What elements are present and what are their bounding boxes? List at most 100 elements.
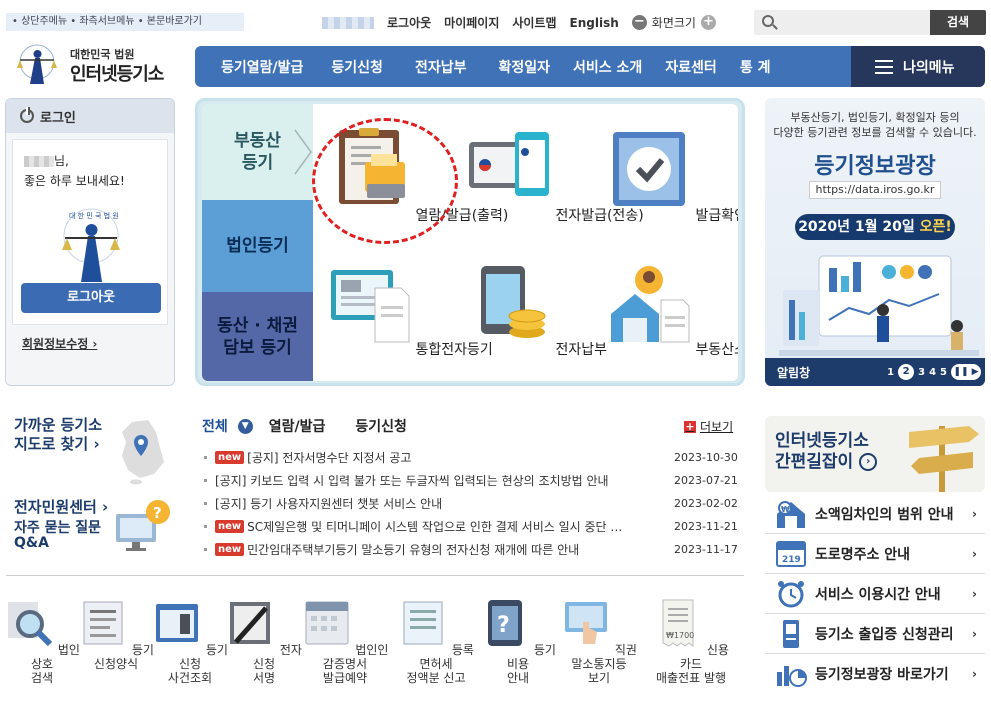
tab-real-estate-l1: 부동산 — [234, 131, 281, 151]
service-epay[interactable]: 전자납부 — [467, 262, 607, 359]
pause-play-icon[interactable]: ❚❚ ▶ — [951, 364, 981, 380]
quick-fee-guide[interactable]: ? 등기비용 안내 — [480, 598, 556, 685]
nav-item-date[interactable]: 확정일자 — [498, 57, 550, 77]
promo-banner[interactable]: 부동산등기, 법인등기, 확정일자 등의 다양한 등기관련 정보를 검색할 수 … — [765, 98, 985, 386]
quick-corp-name-search[interactable]: 법인상호 검색 — [4, 598, 80, 685]
sitemap-link[interactable]: 사이트맵 — [512, 14, 556, 31]
mypage-link[interactable]: 마이페이지 — [444, 14, 499, 31]
service-verify-label: 발급확인 — [695, 208, 738, 224]
edit-profile-link[interactable]: 회원정보수정 › — [22, 335, 97, 352]
notice-row[interactable]: [공지] 등기 사용자지원센터 챗봇 서비스 안내 2023-02-02 — [204, 492, 744, 515]
service-ownership-label: 부동산소유현황 — [695, 342, 738, 358]
notice-date: 2023-11-17 — [674, 543, 738, 556]
banner-date-emph: 오픈! — [919, 219, 952, 235]
service-ownership[interactable]: 부동산소유현황 — [607, 262, 738, 359]
notice-row[interactable]: new 민간임대주택부기등기 말소등기 유형의 전자신청 재개에 따른 안내 202… — [204, 538, 744, 561]
notice-title: [공지] 키보드 입력 시 입력 불가 또는 두글자씩 입력되는 현상의 조치방… — [215, 474, 609, 488]
quick-forms[interactable]: 등기 신청양식 — [78, 598, 154, 671]
quick-l2: 매출전표 발행 — [655, 671, 727, 685]
search-icon — [762, 15, 774, 27]
bullet-icon — [204, 548, 207, 551]
svg-text:₩: ₩ — [781, 505, 790, 514]
nav-item-apply[interactable]: 등기신청 — [331, 57, 383, 77]
service-e-issue[interactable]: 전자발급(전송) — [467, 128, 644, 225]
nav-item-epay[interactable]: 전자납부 — [415, 57, 467, 77]
quick-l2: 검색 — [30, 671, 54, 685]
quick-l2: 신청양식 — [93, 657, 139, 671]
case-lookup-icon — [156, 604, 199, 642]
notice-tab-apply[interactable]: 등기신청 — [355, 416, 407, 436]
pager-4[interactable]: 4 — [929, 367, 936, 378]
notice-date: 2023-07-21 — [674, 474, 738, 487]
bullet-icon — [204, 525, 207, 528]
logout-button[interactable]: 로그아웃 — [21, 283, 161, 313]
faq-link[interactable]: 자주 묻는 질문 Q&A — [14, 521, 101, 551]
magnifier-doc-icon — [8, 602, 53, 647]
search-button[interactable]: 검색 — [930, 10, 986, 35]
more-link[interactable]: + 더보기 — [684, 418, 733, 435]
chevron-right-icon: › — [972, 586, 977, 601]
logout-link[interactable]: 로그아웃 — [387, 14, 431, 31]
quick-l2: 발급예약 — [322, 671, 368, 685]
site-logo[interactable]: 대한민국 법원 인터넷등기소 — [12, 40, 192, 90]
notice-row[interactable]: [공지] 키보드 입력 시 입력 불가 또는 두글자씩 입력되는 현상의 조치방… — [204, 469, 744, 492]
quick-seal-reservation[interactable]: 법인인감증명서 발급예약 — [300, 598, 390, 685]
english-link[interactable]: English — [570, 16, 619, 30]
notice-tab-issue[interactable]: 열람/발급 — [269, 416, 326, 436]
greeting: 님, 좋은 하루 보내세요! — [24, 151, 125, 191]
nearby-office-link[interactable]: 가까운 등기소 지도로 찾기 › — [14, 416, 102, 454]
zoom-in-icon[interactable]: + — [700, 15, 716, 30]
quick-case-lookup[interactable]: 등기신청 사건조회 — [152, 598, 228, 685]
nav-item-issue[interactable]: 등기열람/발급 — [221, 57, 303, 77]
pager-5[interactable]: 5 — [940, 367, 947, 378]
quick-license-tax[interactable]: 등록면허세 정액분 신고 — [396, 598, 476, 685]
link-service-hours[interactable]: 서비스 이용시간 안내 › — [765, 574, 985, 614]
service-integrated[interactable]: 통합전자등기 — [327, 262, 493, 359]
tab-real-estate[interactable]: 부동산 등기 — [202, 104, 313, 200]
zoom-out-icon[interactable]: − — [631, 15, 647, 30]
service-panel-inner: 부동산 등기 법인등기 동산 · 채권 담보 등기 열람/발급(출력) 전자발급… — [202, 104, 738, 381]
link-road-address[interactable]: 219 도로명주소 안내 › — [765, 534, 985, 574]
banner-desc-l1: 부동산등기, 법인등기, 확정일자 등의 — [790, 111, 960, 124]
notice-row[interactable]: new [공지] 전자서명수단 지정서 공고 2023-10-30 — [204, 446, 744, 469]
link-access-pass[interactable]: 등기소 출입증 신청관리 › — [765, 614, 985, 654]
nav-item-data[interactable]: 자료센터 — [665, 57, 717, 77]
user-name-blurred — [322, 16, 374, 29]
power-icon — [20, 107, 34, 123]
quick-l2: 사건조회 — [167, 671, 213, 685]
tab-movable[interactable]: 동산 · 채권 담보 등기 — [202, 292, 313, 381]
link-small-tenant[interactable]: ₩ 소액임차인의 범위 안내 › — [765, 494, 985, 534]
pager-2-active[interactable]: 2 — [898, 364, 915, 380]
my-menu-button[interactable]: 나의메뉴 — [851, 46, 985, 87]
pager-3[interactable]: 3 — [918, 367, 925, 378]
quick-card-receipt[interactable]: ₩1700 신용카드 매출전표 발행 — [648, 598, 734, 685]
house-won-icon: ₩ — [777, 501, 805, 528]
search-input[interactable] — [780, 13, 926, 31]
notice-row[interactable]: new SC제일은행 및 티머니페이 시스템 작업으로 인한 결제 서비스 일시 … — [204, 515, 744, 538]
my-menu-label: 나의메뉴 — [903, 59, 955, 76]
utility-menu: 로그아웃 마이페이지 사이트맵 English − 화면크기 + — [322, 14, 716, 31]
greet-suffix: 님, — [54, 154, 69, 168]
link-data-plaza[interactable]: 등기정보광장 바로가기 › — [765, 654, 985, 694]
tab-corporate[interactable]: 법인등기 — [202, 200, 313, 292]
banner-notice-bar: 알림창 1 2 3 4 5 ❚❚ ▶ — [765, 358, 985, 386]
svg-text:₩1700: ₩1700 — [666, 631, 694, 640]
quick-cancel-notice[interactable]: 직권말소통지등 보기 — [556, 598, 642, 685]
skip-links[interactable]: • 상단주메뉴 • 좌측서브메뉴 • 본문바로가기 — [6, 13, 244, 31]
plus-icon: + — [684, 419, 696, 433]
nav-item-stats[interactable]: 통 계 — [740, 57, 771, 77]
pager-1[interactable]: 1 — [887, 367, 894, 378]
notice-tab-all[interactable]: 전체 — [202, 416, 228, 436]
nav-item-service[interactable]: 서비스 소개 — [573, 57, 642, 77]
tab-real-estate-l2: 등기 — [241, 153, 274, 173]
quick-e-sign[interactable]: 전자신청 서명 — [226, 598, 302, 685]
new-badge: new — [215, 520, 245, 533]
bullet-icon — [204, 456, 207, 459]
easy-guide-banner[interactable]: 인터넷등기소 간편길잡이 › — [765, 416, 985, 492]
service-verify[interactable]: 발급확인 — [607, 128, 738, 225]
notice-tab-all-label: 전체 — [202, 419, 228, 435]
e-civil-center-link[interactable]: 전자민원센터 › — [14, 496, 108, 517]
access-card-icon — [783, 620, 799, 648]
chevron-down-icon[interactable]: ▼ — [237, 418, 253, 434]
logo-title: 인터넷등기소 — [70, 64, 164, 85]
